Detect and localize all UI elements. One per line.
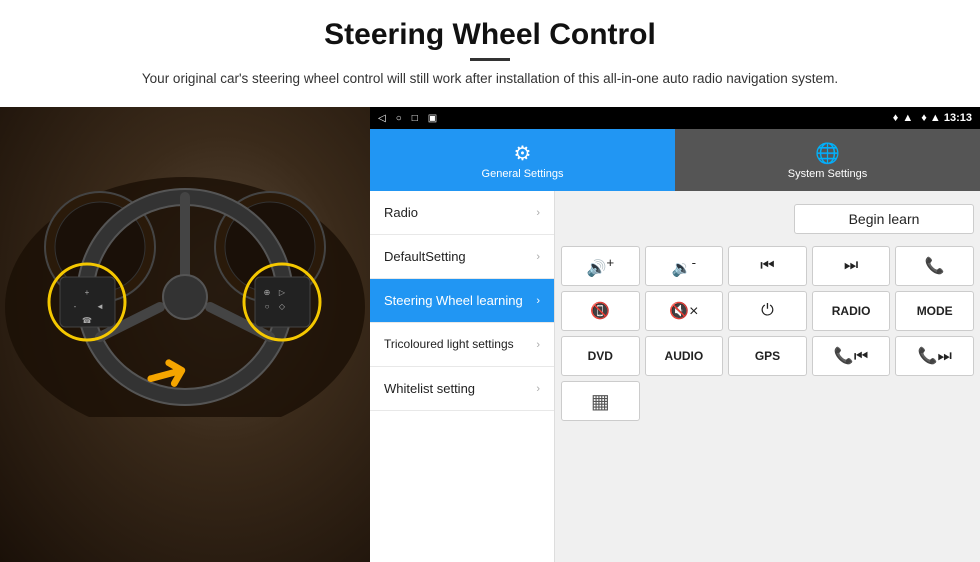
begin-learn-row: Begin learn xyxy=(561,197,974,241)
page-title: Steering Wheel Control xyxy=(40,18,940,52)
phone-answer-icon: 📞 xyxy=(925,256,945,276)
gps-button[interactable]: GPS xyxy=(728,336,807,376)
tab-general[interactable]: ⚙ General Settings xyxy=(370,129,675,191)
page-container: Steering Wheel Control Your original car… xyxy=(0,0,980,562)
tab-system[interactable]: 🌐 System Settings xyxy=(675,129,980,191)
nav-home-icon[interactable]: ○ xyxy=(396,113,402,124)
car-image-bg: + - ◄ ☎ ⊕ ▷ ○ ◇ ➜ xyxy=(0,107,370,562)
top-tabs: ⚙ General Settings 🌐 System Settings xyxy=(370,129,980,191)
steering-wheel-svg: + - ◄ ☎ ⊕ ▷ ○ ◇ ➜ xyxy=(0,107,370,417)
signal-icon: ▲ xyxy=(902,112,913,124)
menu-item-tricoloured[interactable]: Tricoloured light settings › xyxy=(370,323,554,367)
tel-next-icon: 📞⏭ xyxy=(918,346,952,366)
controls-area: Begin learn 🔊+ 🔉- ⏮ xyxy=(555,191,980,562)
svg-text:+: + xyxy=(85,288,90,297)
menu-default-label: DefaultSetting xyxy=(384,249,466,264)
barcode-button[interactable]: ▦ xyxy=(561,381,640,421)
begin-learn-button[interactable]: Begin learn xyxy=(794,204,974,234)
menu-item-whitelist[interactable]: Whitelist setting › xyxy=(370,367,554,411)
clock: ♦ ▲ 13:13 xyxy=(921,112,972,124)
prev-track-icon: ⏮ xyxy=(760,257,774,275)
status-bar-left: ◁ ○ □ ▣ xyxy=(378,113,437,124)
svg-text:-: - xyxy=(74,302,77,311)
mode-button[interactable]: MODE xyxy=(895,291,974,331)
chevron-right-icon: › xyxy=(536,383,540,395)
barcode-icon: ▦ xyxy=(591,389,610,414)
header-section: Steering Wheel Control Your original car… xyxy=(0,0,980,99)
mute-icon: 🔇× xyxy=(669,301,698,321)
controls-row-3: DVD AUDIO GPS 📞⏮ 📞⏭ xyxy=(561,336,974,376)
tel-prev-icon: 📞⏮ xyxy=(834,346,868,366)
controls-row-2: 📵 🔇× ⏻ RADIO MODE xyxy=(561,291,974,331)
tel-next-button[interactable]: 📞⏭ xyxy=(895,336,974,376)
radio-label: RADIO xyxy=(832,304,871,318)
nav-recents-icon[interactable]: □ xyxy=(412,113,418,124)
general-settings-icon: ⚙ xyxy=(514,141,532,166)
menu-item-steering[interactable]: Steering Wheel learning › xyxy=(370,279,554,323)
menu-steering-label: Steering Wheel learning xyxy=(384,293,523,308)
system-settings-icon: 🌐 xyxy=(815,141,840,166)
chevron-right-icon: › xyxy=(536,251,540,263)
title-divider xyxy=(470,58,510,61)
menu-item-default[interactable]: DefaultSetting › xyxy=(370,235,554,279)
menu-tricoloured-label: Tricoloured light settings xyxy=(384,337,514,353)
main-panel: Radio › DefaultSetting › Steering Wheel … xyxy=(370,191,980,562)
menu-whitelist-label: Whitelist setting xyxy=(384,381,475,396)
dvd-label: DVD xyxy=(588,349,613,363)
nav-apps-icon[interactable]: ▣ xyxy=(428,113,437,124)
nav-back-icon[interactable]: ◁ xyxy=(378,113,386,124)
hang-up-icon: 📵 xyxy=(590,301,610,321)
chevron-right-icon: › xyxy=(536,339,540,351)
next-track-button[interactable]: ⏭ xyxy=(812,246,891,286)
content-area: + - ◄ ☎ ⊕ ▷ ○ ◇ ➜ xyxy=(0,107,980,562)
vol-up-button[interactable]: 🔊+ xyxy=(561,246,640,286)
audio-label: AUDIO xyxy=(665,349,704,363)
svg-text:○: ○ xyxy=(265,302,270,311)
chevron-right-icon: › xyxy=(536,207,540,219)
tab-system-label: System Settings xyxy=(788,168,867,180)
next-track-icon: ⏭ xyxy=(844,257,858,275)
hang-up-button[interactable]: 📵 xyxy=(561,291,640,331)
power-button[interactable]: ⏻ xyxy=(728,291,807,331)
vol-up-icon: 🔊+ xyxy=(586,255,614,278)
power-icon: ⏻ xyxy=(761,302,774,320)
svg-text:◇: ◇ xyxy=(279,302,286,311)
svg-text:☎: ☎ xyxy=(82,316,92,325)
car-image-section: + - ◄ ☎ ⊕ ▷ ○ ◇ ➜ xyxy=(0,107,370,562)
status-bar: ◁ ○ □ ▣ ♦ ▲ ♦ ▲ 13:13 xyxy=(370,107,980,129)
tel-prev-button[interactable]: 📞⏮ xyxy=(812,336,891,376)
menu-item-radio[interactable]: Radio › xyxy=(370,191,554,235)
radio-button[interactable]: RADIO xyxy=(812,291,891,331)
dvd-button[interactable]: DVD xyxy=(561,336,640,376)
prev-track-button[interactable]: ⏮ xyxy=(728,246,807,286)
location-icon: ♦ xyxy=(893,112,899,124)
svg-text:⊕: ⊕ xyxy=(264,288,271,297)
svg-text:◄: ◄ xyxy=(96,302,104,311)
svg-text:▷: ▷ xyxy=(279,288,286,297)
controls-row-1: 🔊+ 🔉- ⏮ ⏭ 📞 xyxy=(561,246,974,286)
status-bar-right: ♦ ▲ ♦ ▲ 13:13 xyxy=(893,112,972,124)
tab-general-label: General Settings xyxy=(482,168,564,180)
audio-button[interactable]: AUDIO xyxy=(645,336,724,376)
vol-down-icon: 🔉- xyxy=(672,255,696,278)
android-device: ◁ ○ □ ▣ ♦ ▲ ♦ ▲ 13:13 ⚙ General Settings xyxy=(370,107,980,562)
subtitle: Your original car's steering wheel contr… xyxy=(110,69,870,89)
mute-button[interactable]: 🔇× xyxy=(645,291,724,331)
phone-answer-button[interactable]: 📞 xyxy=(895,246,974,286)
menu-radio-label: Radio xyxy=(384,205,418,220)
menu-list: Radio › DefaultSetting › Steering Wheel … xyxy=(370,191,555,562)
chevron-right-icon: › xyxy=(536,295,540,307)
mode-label: MODE xyxy=(917,304,953,318)
gps-label: GPS xyxy=(755,349,780,363)
vol-down-button[interactable]: 🔉- xyxy=(645,246,724,286)
controls-row-4: ▦ xyxy=(561,381,974,421)
